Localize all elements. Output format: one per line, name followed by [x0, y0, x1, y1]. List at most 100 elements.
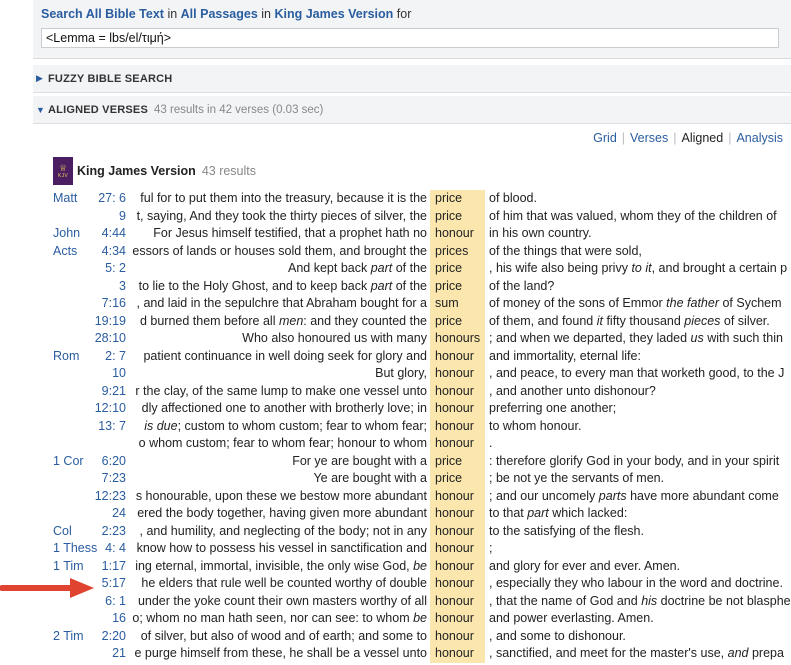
verse-row: 1 Thess 4: 4 know how to possess his vesse… — [0, 540, 791, 558]
highlighted-match[interactable]: prices — [430, 242, 485, 260]
verse-right-context: of money of the sons of Emmor the father… — [489, 296, 782, 310]
verse-left-context: essors of lands or houses sold them, and… — [132, 243, 427, 258]
search-type-link[interactable]: Search All Bible Text — [41, 7, 164, 21]
view-analysis[interactable]: Analysis — [736, 131, 783, 145]
highlighted-match[interactable]: honour — [430, 400, 485, 418]
verse-row: 3 to lie to the Holy Ghost, and to keep b… — [0, 277, 791, 295]
verse-row: 1 Cor 6:20 For ye are bought with a price: … — [0, 452, 791, 471]
collapse-triangle-icon: ▼ — [36, 104, 46, 115]
highlighted-match[interactable]: honour — [430, 382, 485, 400]
verse-right-context: of him that was valued, whom they of the… — [489, 208, 777, 223]
verse-right-context: preferring one another; — [489, 401, 617, 415]
view-aligned[interactable]: Aligned — [682, 131, 724, 145]
verse-left-context: is due; custom to whom custom; fear to w… — [144, 418, 427, 433]
search-version-link[interactable]: King James Version — [274, 7, 393, 21]
verse-left-context: For Jesus himself testified, that a prop… — [153, 226, 427, 240]
book-link[interactable]: John — [53, 225, 80, 243]
verse-right-context: , his wife also being privy to it, and b… — [489, 261, 788, 275]
aligned-meta: 43 results in 42 verses (0.03 sec) — [154, 103, 324, 116]
highlighted-match[interactable]: price — [430, 470, 485, 488]
aligned-label: ALIGNED VERSES — [48, 103, 148, 116]
fuzzy-bible-search-header[interactable]: ▶ FUZZY BIBLE SEARCH — [33, 65, 791, 93]
search-in-text-2: in — [257, 7, 275, 21]
search-description: Search All Bible Text in All Passages in… — [41, 7, 411, 21]
view-verses[interactable]: Verses — [630, 131, 668, 145]
verse-row: 19:19 d burned them before all men: and t… — [0, 312, 791, 330]
verse-right-context: to the satisfying of the flesh. — [489, 523, 644, 538]
verse-right-context: , and some to dishonour. — [489, 628, 626, 643]
book-link[interactable]: 2 Tim — [53, 628, 84, 646]
highlighted-match[interactable]: price — [430, 207, 485, 225]
highlighted-match[interactable]: honour — [430, 365, 485, 383]
verse-right-context: in his own country. — [489, 226, 592, 240]
verse-left-context: But glory, — [375, 366, 427, 380]
verse-left-context: For ye are bought with a — [292, 453, 427, 468]
highlighted-match[interactable]: honour — [430, 417, 485, 435]
kjv-book-icon: ♕ KJV — [53, 157, 73, 185]
book-link[interactable]: Col — [53, 523, 72, 541]
verse-left-context: he elders that rule well be counted wort… — [141, 576, 427, 590]
highlighted-match[interactable]: honour — [430, 575, 485, 593]
expand-triangle-icon: ▶ — [36, 73, 44, 83]
highlighted-match[interactable]: honour — [430, 592, 485, 610]
verse-row: 2 Tim 2:20 of silver, but also of wood and… — [0, 627, 791, 646]
search-range-link[interactable]: All Passages — [181, 7, 258, 21]
highlighted-match[interactable]: honour — [430, 225, 485, 243]
highlighted-match[interactable]: honour — [430, 557, 485, 575]
verse-left-context: And kept back part of the — [288, 261, 427, 275]
verse-right-context: , and another unto dishonour? — [489, 383, 656, 398]
highlighted-match[interactable]: honours — [430, 330, 485, 348]
verse-row: 13: 7 is due; custom to whom custom; fear… — [0, 417, 791, 435]
verse-left-context: know how to possess his vessel in sancti… — [136, 541, 427, 555]
verse-row: 24 ered the body together, having given m… — [0, 505, 791, 523]
verse-right-context: : therefore glorify God in your body, an… — [489, 453, 780, 468]
highlighted-match[interactable]: honour — [430, 645, 485, 663]
highlighted-match[interactable]: honour — [430, 347, 485, 365]
verse-row: 6: 1 under the yoke count their own maste… — [0, 592, 791, 610]
highlighted-match[interactable]: price — [430, 260, 485, 278]
book-link[interactable]: Matt — [53, 190, 77, 208]
highlighted-match[interactable]: price — [430, 190, 485, 208]
book-link[interactable]: 1 Cor — [53, 453, 84, 471]
verse-left-context: , and laid in the sepulchre that Abraham… — [136, 296, 427, 310]
verse-right-context: and immortality, eternal life: — [489, 348, 641, 363]
search-query-input[interactable]: <Lemma = lbs/el/τιμή> — [41, 28, 779, 48]
aligned-verses-header[interactable]: ▼ ALIGNED VERSES 43 results in 42 verses… — [33, 96, 791, 124]
verse-right-context: and power everlasting. Amen. — [489, 611, 654, 625]
verse-left-context: ered the body together, having given mor… — [137, 506, 427, 520]
highlighted-match[interactable]: honour — [430, 505, 485, 523]
book-link[interactable]: 1 Thess — [53, 540, 97, 558]
verse-right-context: ; and when we departed, they laded us wi… — [489, 331, 783, 345]
verse-row: 5:17 he elders that rule well be counted … — [0, 575, 791, 593]
highlighted-match[interactable]: honour — [430, 540, 485, 558]
highlighted-match[interactable]: price — [430, 277, 485, 295]
verse-left-context: s honourable, upon these we bestow more … — [135, 488, 427, 503]
verse-right-context: ; — [489, 541, 493, 555]
book-link[interactable]: Acts — [53, 243, 77, 261]
verse-row: 7:23 Ye are bought with a price; be not ye… — [0, 470, 791, 488]
verse-right-context: of the things that were sold, — [489, 243, 642, 258]
verse-left-context: t, saying, And they took the thirty piec… — [136, 208, 427, 223]
verse-row: 9 t, saying, And they took the thirty pie… — [0, 207, 791, 225]
search-for-text: for — [393, 7, 412, 21]
verse-right-context: of the land? — [489, 278, 555, 293]
verse-right-context: and glory for ever and ever. Amen. — [489, 558, 681, 573]
highlighted-match[interactable]: honour — [430, 522, 485, 540]
verse-row: 21 e purge himself from these, he shall b… — [0, 645, 791, 663]
version-name: King James Version — [77, 164, 196, 178]
book-link[interactable]: 1 Tim — [53, 558, 84, 576]
highlighted-match[interactable]: honour — [430, 610, 485, 628]
verse-left-context: patient continuance in well doing seek f… — [143, 348, 427, 363]
highlighted-match[interactable]: honour — [430, 487, 485, 505]
highlighted-match[interactable]: honour — [430, 627, 485, 645]
separator: | — [621, 131, 626, 145]
highlighted-match[interactable]: price — [430, 312, 485, 330]
book-link[interactable]: Rom — [53, 348, 79, 366]
highlighted-match[interactable]: honour — [430, 435, 485, 453]
verse-row: o whom custom; fear to whom fear; honour… — [0, 435, 791, 453]
verse-right-context: , that the name of God and his doctrine … — [489, 593, 791, 608]
view-grid[interactable]: Grid — [593, 131, 617, 145]
highlighted-match[interactable]: price — [430, 452, 485, 470]
verse-left-context: Who also honoured us with many — [242, 331, 427, 345]
highlighted-match[interactable]: sum — [430, 295, 485, 313]
